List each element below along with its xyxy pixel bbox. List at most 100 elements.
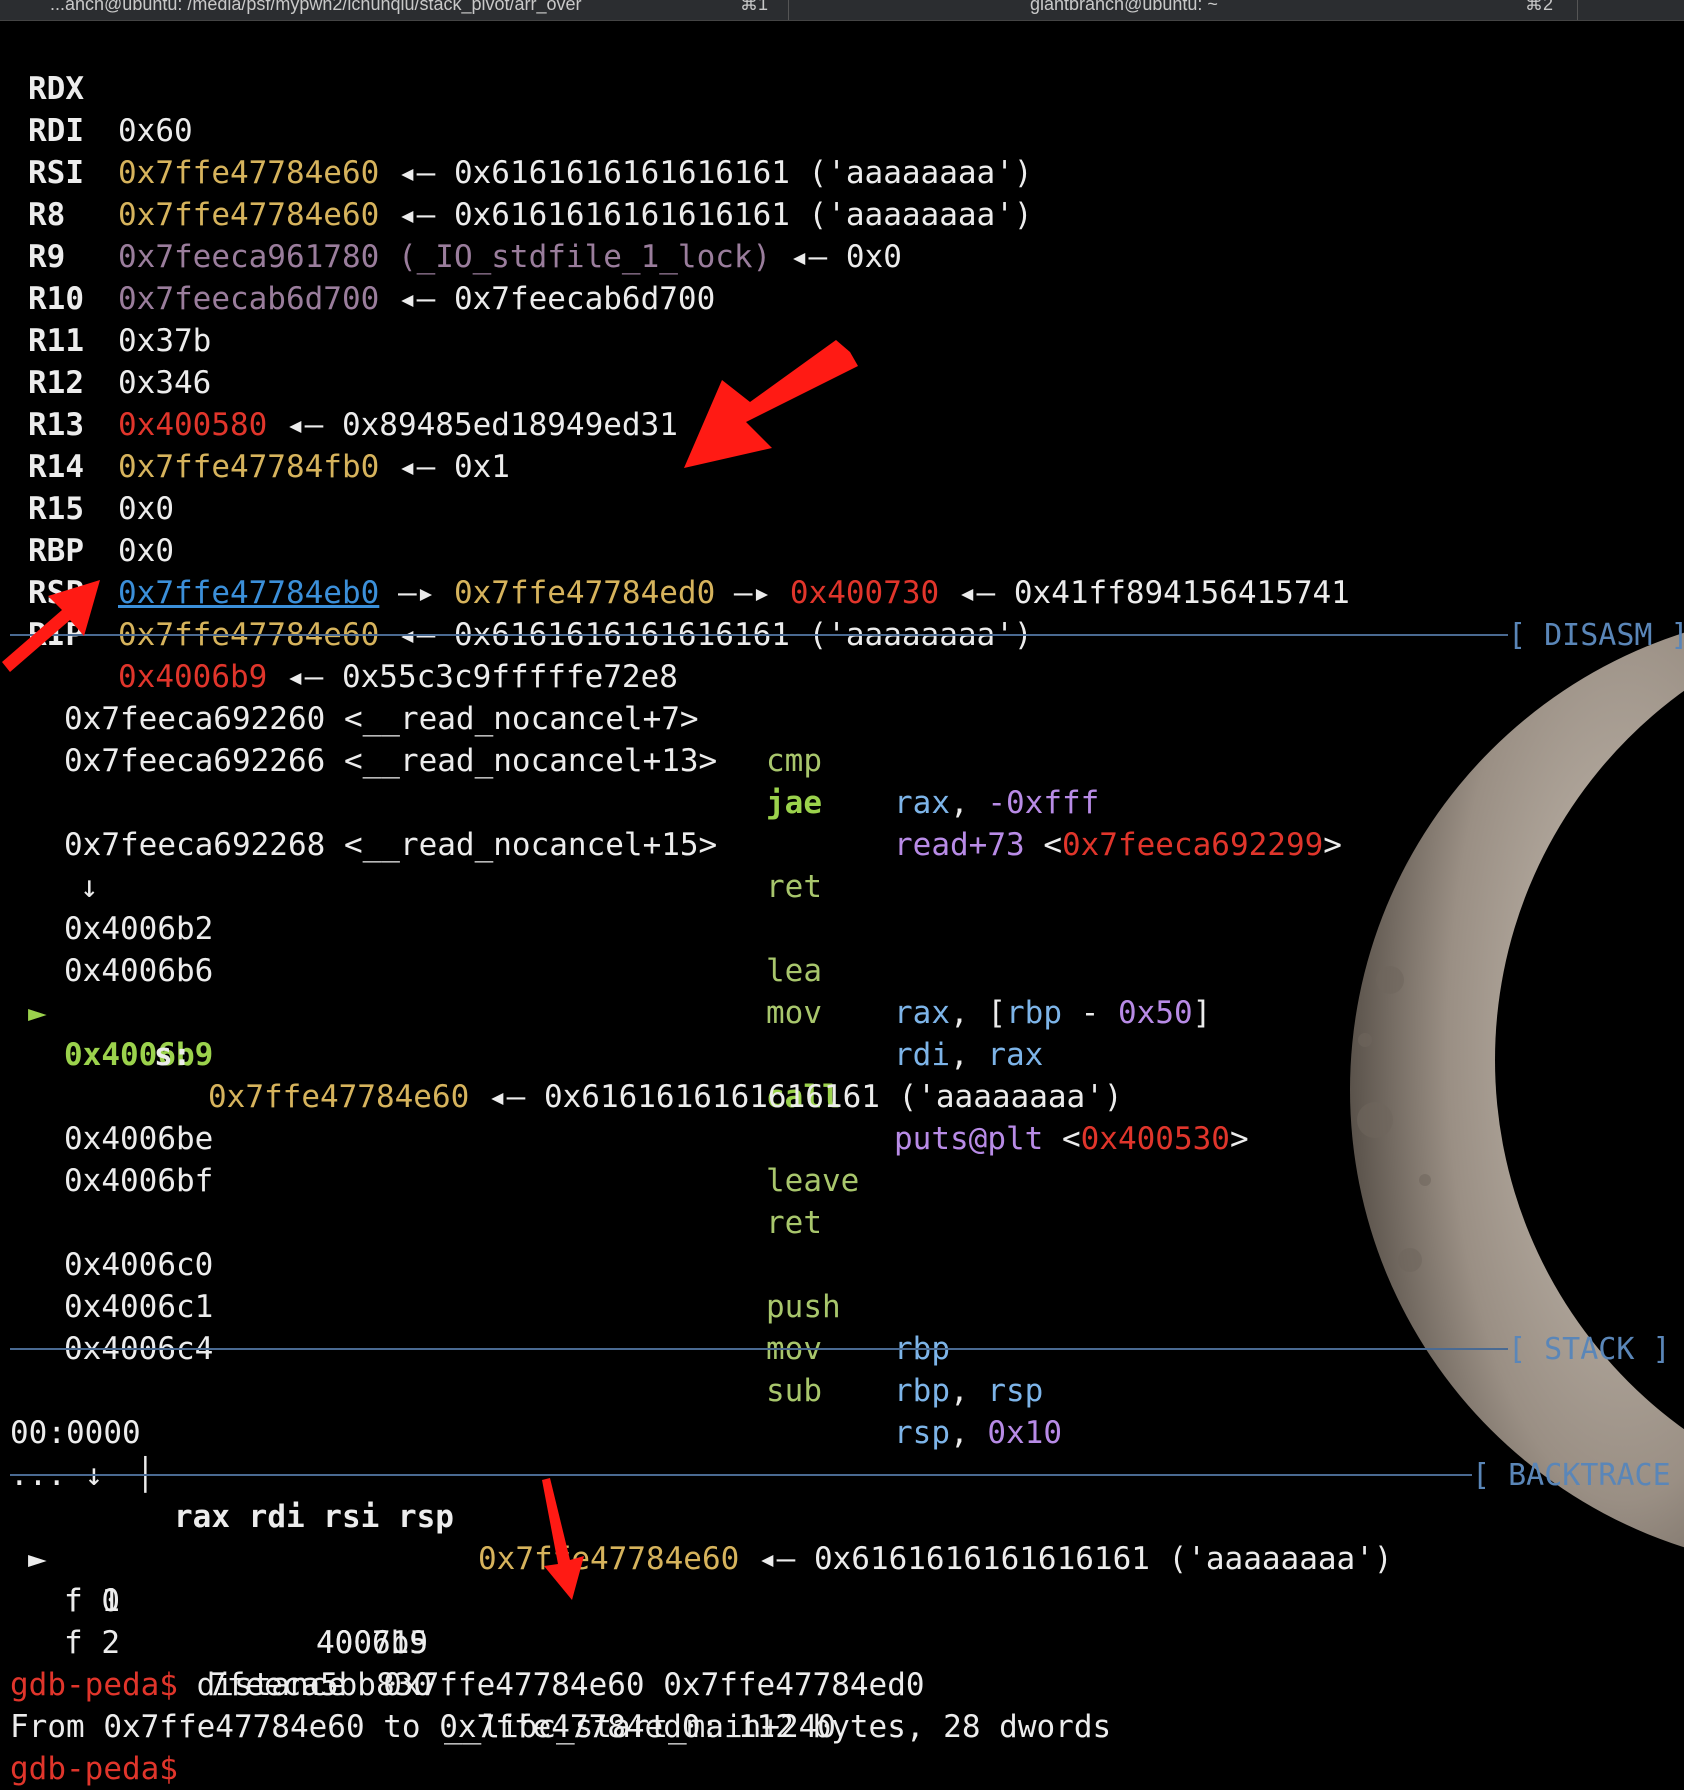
disasm-line[interactable]: 0x7feeca692266 <__read_nocancel+13> jae … [0,698,1342,863]
tab-2-title[interactable]: giantbranch@ubuntu: ~ [1030,0,1218,14]
command-output: From 0x7ffe47784e60 to 0x7ffe47784ed0: 1… [0,1664,1111,1745]
disasm-separator [10,634,1508,636]
terminal-tab-bar: ...anch@ubuntu: /media/psf/mypwn2/ichunq… [0,0,1684,21]
disasm-section-label: [ DISASM ] [1508,618,1684,653]
backtrace-frame[interactable]: f 1 400715 [0,1538,428,1661]
disasm-line[interactable]: 0x4006b2 lea rax, [rbp - 0x50] [0,866,1211,1031]
operand-bracket: [ [987,995,1006,1031]
red-annotation-arrow-icon [542,1478,584,1600]
register-row-rsi: RSI 0x7ffe47784e60 ◂— 0x6161616161616161… [0,110,1033,233]
instruction-operand: puts@plt [894,1121,1044,1157]
tab-divider [788,0,789,20]
instruction-address: 0x4006bf [64,1163,214,1199]
stack-section-label: [ STACK ] [1508,1332,1671,1367]
instruction-address: 0x7feeca692260 <__read_nocancel+7> [64,701,699,737]
register-value: 0x0 [118,491,174,527]
next-prompt-line[interactable]: gdb-peda$ [0,1706,178,1787]
instruction-mnemonic: ret [766,869,822,905]
branch-target: 0x400530 [1080,1121,1230,1157]
command-line[interactable]: gdb-peda$ distance 0x7ffe47784e60 0x7ffe… [0,1622,925,1703]
disasm-line[interactable]: 0x4006c4 sub rsp, 0x10 [0,1286,1062,1451]
register-row-r14: R14 0x0 [0,404,174,527]
red-annotation-arrow-icon [2,580,100,672]
argument-deref: ◂— 0x6161616161616161 ('aaaaaaaa') [469,1079,1123,1115]
instruction-mnemonic: lea [766,953,822,989]
register-deref: ◂— 0x41ff894156415741 [939,575,1350,611]
disasm-line[interactable]: 0x4006bf ret [0,1118,822,1241]
disasm-line[interactable]: 0x4006c1 mov rbp, rsp [0,1244,1043,1409]
register-row-r9: R9 0x7feecab6d700 ◂— 0x7feecab6d700 [0,194,715,317]
disasm-current-line[interactable]: ► 0x4006b9 call puts@plt <0x400530> [0,950,1249,1157]
instruction-operand: rax [894,785,950,821]
instruction-operand: rdi [894,1037,950,1073]
tab-2-shortcut: ⌘2 [1525,0,1554,14]
stack-address: 0x7ffe47784e60 [478,1541,740,1577]
control-flow-marker: ↓ [0,824,99,905]
argument-value: 0x7ffe47784e60 [208,1079,470,1115]
register-value: 0x7ffe47784fb0 [118,449,380,485]
tab-1-title[interactable]: ...anch@ubuntu: /media/psf/mypwn2/ichunq… [50,0,582,14]
instruction-operand: rax [987,1037,1044,1073]
register-row-rdi: RDI 0x7ffe47784e60 ◂— 0x6161616161616161… [0,68,1033,191]
instruction-address: 0x4006be [64,1121,214,1157]
register-deref: ◂— 0x89485ed18949ed31 [267,407,678,443]
operand-separator: , [950,785,988,821]
operand-separator: , [950,995,988,1031]
register-value: 0x7feeca961780 (_IO_stdfile_1_lock) [118,239,772,275]
stack-entry[interactable]: 00:0000 │ rax rdi rsi rsp 0x7ffe47784e60… [0,1370,1393,1577]
register-deref: ◂— 0x55c3c9fffffe72e8 [267,659,678,695]
tab-1-shortcut: ⌘1 [740,0,769,14]
register-row-r12: R12 0x400580 ◂— 0x89485ed18949ed31 [0,320,678,443]
call-argument-line: s: 0x7ffe47784e60 ◂— 0x6161616161616161 … [0,992,1123,1115]
instruction-address: 0x7feeca692268 <__read_nocancel+15> [64,827,718,863]
disasm-line[interactable]: 0x7feeca692268 <__read_nocancel+15> ret [0,782,822,905]
instruction-mnemonic: push [766,1289,841,1325]
register-value: 0x4006b9 [118,659,268,695]
instruction-address: 0x4006b6 [64,953,214,989]
register-deref: ◂— 0x1 [379,449,510,485]
register-chain-value: 0x7ffe47784ed0 [453,575,716,611]
instruction-mnemonic: sub [766,1373,822,1409]
operand-bracket: ] [1192,995,1212,1031]
pointer-arrow: —▸ [379,575,454,611]
register-value: 0x7ffe47784e60 [118,197,380,233]
instruction-address: 0x4006c1 [64,1289,214,1325]
register-deref: ◂— 0x6161616161616161 ('aaaaaaaa') [379,197,1033,233]
instruction-operand: rbp [894,1373,950,1409]
disasm-line[interactable]: 0x4006b6 mov rdi, rax [0,908,1043,1073]
backtrace-section-label: [ BACKTRACE ] [1472,1458,1684,1493]
register-chain-value: 0x400730 [789,575,940,611]
register-row-rbp: RBP 0x7ffe47784eb0 —▸ 0x7ffe47784ed0 —▸ … [0,488,1350,611]
register-value: 0x7ffe47784e60 [118,155,380,191]
register-row-r10: R10 0x37b [0,236,211,359]
instruction-operand: 0x10 [987,1415,1062,1451]
frame-address: 400715 [316,1625,428,1661]
operand-bracket: > [1229,1121,1249,1157]
operand-separator: , [950,1415,988,1451]
argument-name: s: [154,1037,192,1073]
register-value: 0x400580 [118,407,268,443]
backtrace-frame[interactable]: ► f 0 4006b9 [0,1496,428,1661]
instruction-mnemonic: mov [766,995,822,1031]
instruction-mnemonic: ret [766,1205,822,1241]
red-annotation-arrow-icon [684,340,858,468]
instruction-mnemonic: leave [766,1163,860,1199]
register-deref: ◂— 0x7feecab6d700 [379,281,716,317]
operand-separator: , [950,1373,988,1409]
disasm-line[interactable]: 0x4006c0 push rbp [0,1202,950,1367]
disasm-line[interactable]: 0x4006be leave [0,1076,859,1199]
distance-output: From 0x7ffe47784e60 to 0x7ffe47784ed0: 1… [10,1709,1112,1745]
operand-bracket: < [1024,827,1062,863]
register-row-r8: R8 0x7feeca961780 (_IO_stdfile_1_lock) ◂… [0,152,902,275]
register-value: 0x7ffe47784eb0 [118,575,380,611]
operand-separator: , [950,1037,988,1073]
operand-bracket: < [1043,1121,1081,1157]
stack-more: ... ↓ [0,1412,103,1493]
tab-divider [1577,0,1578,20]
instruction-address: 0x7feeca692266 <__read_nocancel+13> [64,743,718,779]
branch-target: 0x7feeca692299 [1061,827,1324,863]
stack-deref: ◂— 0x6161616161616161 ('aaaaaaaa') [739,1541,1393,1577]
command-input[interactable]: distance 0x7ffe47784e60 0x7ffe47784ed0 [178,1667,925,1703]
backtrace-frame[interactable]: f 2 7feeca5bb830 __libc_start_main+240 [0,1580,836,1745]
operand-bracket: > [1323,827,1342,863]
